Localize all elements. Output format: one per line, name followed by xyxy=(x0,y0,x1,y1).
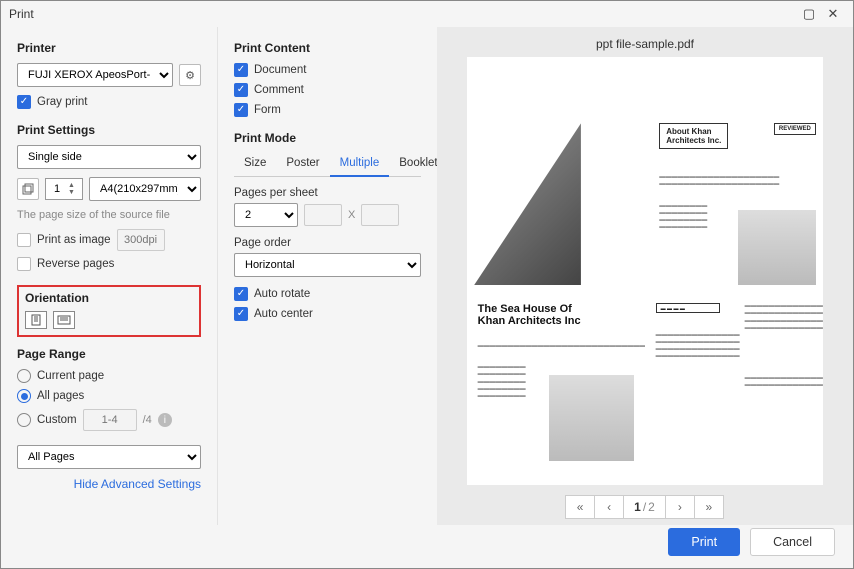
tab-poster[interactable]: Poster xyxy=(276,153,329,176)
preview-page: About Khan Architects Inc. REVIEWED ▬▬▬▬… xyxy=(467,57,823,485)
info-icon[interactable]: i xyxy=(158,413,172,427)
maximize-icon[interactable]: ▢ xyxy=(797,6,821,22)
panel-preview: ppt file-sample.pdf About Khan Architect… xyxy=(437,27,853,525)
pages-per-sheet-label: Pages per sheet xyxy=(234,187,421,199)
collate-icon[interactable] xyxy=(17,178,39,200)
printer-properties-button[interactable]: ⚙ xyxy=(179,64,201,86)
hide-advanced-link[interactable]: Hide Advanced Settings xyxy=(17,477,201,491)
print-as-image-checkbox[interactable]: Print as image xyxy=(17,229,201,251)
orientation-landscape-button[interactable] xyxy=(53,311,75,329)
printer-select[interactable]: FUJI XEROX ApeosPort-VI C3370 xyxy=(17,63,173,87)
panel-printer-settings: Printer FUJI XEROX ApeosPort-VI C3370 ⚙ … xyxy=(1,27,217,525)
pps-cols-input xyxy=(304,204,342,226)
pps-rows-input xyxy=(361,204,399,226)
panel-print-content: Print Content Document Comment Form Prin… xyxy=(217,27,437,525)
range-total-label: /4 xyxy=(143,414,152,426)
print-button[interactable]: Print xyxy=(668,528,740,556)
copies-stepper[interactable]: ▲▼ xyxy=(45,178,83,200)
x-label: X xyxy=(348,209,355,221)
range-custom-label: Custom xyxy=(37,414,77,426)
titlebar: Print ▢ ✕ xyxy=(1,1,853,27)
page-order-select[interactable]: Horizontal xyxy=(234,253,421,277)
source-file-size-label: The page size of the source file xyxy=(17,209,201,221)
print-mode-tabs: Size Poster Multiple Booklet xyxy=(234,153,421,177)
print-dialog: Print ▢ ✕ Printer FUJI XEROX ApeosPort-V… xyxy=(0,0,854,569)
cancel-button[interactable]: Cancel xyxy=(750,528,835,556)
print-as-image-label: Print as image xyxy=(37,234,111,246)
content-comment-checkbox[interactable]: Comment xyxy=(234,83,421,97)
orientation-portrait-button[interactable] xyxy=(25,311,47,329)
pager-page-indicator: 1 / 2 xyxy=(623,495,666,519)
orientation-heading: Orientation xyxy=(25,291,193,305)
range-current-label: Current page xyxy=(37,370,104,382)
range-custom-input[interactable] xyxy=(83,409,137,431)
sides-select[interactable]: Single side xyxy=(17,145,201,169)
print-content-heading: Print Content xyxy=(234,41,421,55)
tab-size[interactable]: Size xyxy=(234,153,276,176)
copies-input[interactable] xyxy=(46,183,68,195)
page-order-label: Page order xyxy=(234,237,421,249)
dialog-footer: Print Cancel xyxy=(668,528,835,556)
auto-center-checkbox[interactable]: Auto center xyxy=(234,307,421,321)
pager-last-button[interactable]: » xyxy=(694,495,724,519)
reverse-pages-label: Reverse pages xyxy=(37,258,114,270)
page-subset-select[interactable]: All Pages xyxy=(17,445,201,469)
gray-print-checkbox[interactable]: Gray print xyxy=(17,95,201,109)
reverse-pages-checkbox[interactable]: Reverse pages xyxy=(17,257,201,271)
preview-filename: ppt file-sample.pdf xyxy=(437,27,853,57)
range-all-label: All pages xyxy=(37,390,84,402)
range-current-radio[interactable]: Current page xyxy=(17,369,201,383)
pager-first-button[interactable]: « xyxy=(565,495,595,519)
page-range-heading: Page Range xyxy=(17,347,201,361)
auto-rotate-checkbox[interactable]: Auto rotate xyxy=(234,287,421,301)
preview-pager: « ‹ 1 / 2 › » xyxy=(437,495,853,525)
gray-print-label: Gray print xyxy=(37,96,88,108)
tab-multiple[interactable]: Multiple xyxy=(330,153,390,177)
content-form-checkbox[interactable]: Form xyxy=(234,103,421,117)
pages-per-sheet-select[interactable]: 2 xyxy=(234,203,298,227)
dpi-input xyxy=(117,229,165,251)
pager-next-button[interactable]: › xyxy=(665,495,695,519)
content-document-checkbox[interactable]: Document xyxy=(234,63,421,77)
pager-prev-button[interactable]: ‹ xyxy=(594,495,624,519)
close-icon[interactable]: ✕ xyxy=(821,6,845,22)
orientation-group: Orientation xyxy=(17,285,201,337)
print-settings-heading: Print Settings xyxy=(17,123,201,137)
paper-size-select[interactable]: A4(210x297mm) 21. xyxy=(89,177,201,201)
printer-heading: Printer xyxy=(17,41,201,55)
range-all-radio[interactable]: All pages xyxy=(17,389,201,403)
range-custom-radio[interactable]: Custom /4 i xyxy=(17,409,201,431)
dialog-title: Print xyxy=(9,7,34,21)
print-mode-heading: Print Mode xyxy=(234,131,421,145)
